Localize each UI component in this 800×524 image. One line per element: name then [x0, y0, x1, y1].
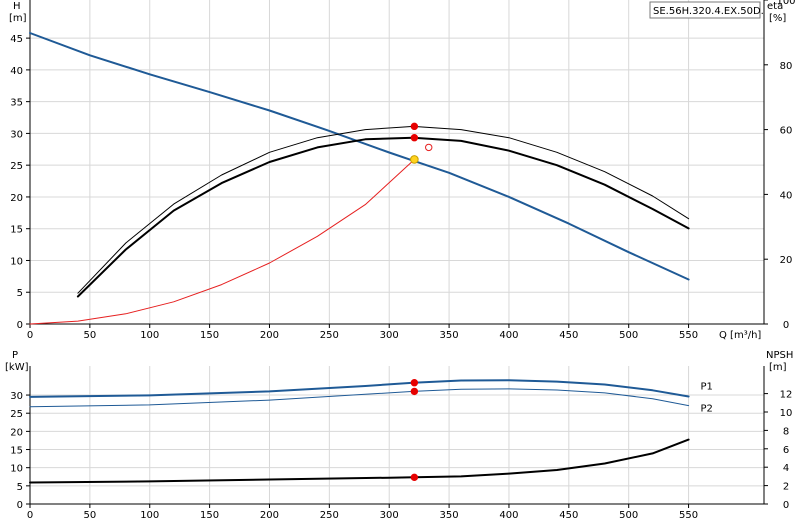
bottom-left-tick-label: 20	[10, 427, 23, 438]
top-left-tick-label: 25	[10, 161, 23, 172]
top-series-2-line	[77, 125, 690, 294]
top-right-axis-unit: [%]	[769, 13, 786, 24]
top-x-tick-label: 250	[320, 330, 339, 341]
bottom-left-tick-label: 10	[10, 464, 23, 475]
top-duty-point	[410, 134, 419, 142]
bottom-left-tick-label: 5	[17, 482, 23, 493]
bottom-x-tick-label: 300	[380, 510, 399, 520]
bottom-x-tick-label: 0	[27, 510, 33, 520]
bottom-grid	[30, 366, 764, 504]
top-right-axis-label: eta	[767, 1, 783, 12]
top-series-3-line	[29, 159, 415, 325]
top-right-tick-label: 0	[783, 320, 789, 331]
bottom-left-axis-label: P	[12, 350, 18, 361]
pump-curve-chart: 0 50 100 150 200 250 300 350 400 450 500 550 0 5 10 15 2…	[0, 0, 800, 521]
top-x-axis-label: Q [m³/h]	[719, 330, 761, 341]
bottom-left-tick-label: 25	[10, 409, 23, 420]
bottom-right-tick-label: 4	[783, 463, 789, 474]
bottom-duty-point	[410, 379, 419, 387]
bottom-right-tick-label: 0	[783, 500, 789, 511]
top-duty-point	[410, 155, 419, 164]
bottom-right-tick-label: 12	[780, 390, 793, 401]
bottom-x-tick-label: 350	[440, 510, 459, 520]
top-right-tick-label: 60	[780, 126, 793, 137]
top-x-tick-label: 350	[440, 330, 459, 341]
top-left-tick-label: 15	[10, 225, 23, 236]
bottom-series-1-line	[29, 388, 690, 408]
top-x-tick-label: 100	[140, 330, 159, 341]
bottom-x-tick-label: 550	[679, 510, 698, 520]
bottom-x-tick-label: 200	[260, 510, 279, 520]
top-series-1-line	[76, 136, 690, 298]
bottom-right-tick-label: 2	[783, 482, 789, 493]
top-left-tick-label: 5	[17, 288, 23, 299]
bottom-right-axis-label: NPSH	[766, 350, 793, 361]
bottom-ticks: 0 50 100 150 200 250 300 350 400 450 500 5500510152…	[10, 390, 793, 521]
bottom-series-label: P1	[701, 382, 713, 393]
top-left-tick-label: 20	[10, 193, 23, 204]
bottom-series-2-line	[29, 438, 690, 484]
top-x-tick-label: 550	[679, 330, 698, 341]
top-x-tick-label: 0	[27, 330, 33, 341]
top-left-tick-label: 10	[10, 256, 23, 267]
top-left-tick-label: 45	[10, 34, 23, 45]
top-left-tick-label: 0	[17, 320, 23, 331]
bottom-right-tick-label: 8	[783, 426, 789, 437]
bottom-left-tick-label: 30	[10, 391, 23, 402]
top-x-tick-label: 150	[200, 330, 219, 341]
top-duty-point	[410, 122, 419, 131]
bottom-x-tick-label: 500	[619, 510, 638, 520]
bottom-duty-point	[410, 473, 419, 482]
bottom-left-axis-unit: [kW]	[5, 362, 29, 373]
top-left-tick-label: 40	[10, 66, 23, 77]
bottom-x-tick-label: 50	[84, 510, 97, 520]
top-hollow-marker	[425, 143, 433, 152]
top-right-tick-label: 80	[780, 61, 793, 72]
bottom-right-axis-unit: [m]	[769, 362, 787, 373]
bottom-x-tick-label: 100	[140, 510, 159, 520]
bottom-left-tick-label: 0	[17, 500, 23, 511]
top-x-tick-label: 200	[260, 330, 279, 341]
bottom-left-tick-label: 15	[10, 446, 23, 457]
model-label: SE.56H.320.4.EX.50D.	[653, 6, 764, 17]
bottom-right-tick-label: 6	[783, 445, 789, 456]
top-x-tick-label: 50	[84, 330, 97, 341]
top-right-tick-label: 20	[780, 255, 793, 266]
top-x-tick-label: 450	[559, 330, 578, 341]
top-left-axis-unit: [m]	[9, 13, 27, 24]
top-left-tick-label: 30	[10, 129, 23, 140]
top-right-tick-label: 40	[780, 190, 793, 201]
top-x-tick-label: 500	[619, 330, 638, 341]
bottom-duty-point	[410, 387, 419, 396]
bottom-x-tick-label: 150	[200, 510, 219, 520]
top-x-tick-label: 300	[380, 330, 399, 341]
top-x-tick-label: 400	[499, 330, 518, 341]
bottom-series-label: P2	[701, 403, 713, 414]
pump-curve-svg: 0 50 100 150 200 250 300 350 400 450 500 5500510152…	[5, 0, 796, 521]
top-left-tick-label: 35	[10, 98, 23, 109]
bottom-right-tick-label: 10	[780, 408, 793, 419]
bottom-x-tick-label: 250	[320, 510, 339, 520]
top-grid	[30, 0, 764, 324]
bottom-x-tick-label: 400	[499, 510, 518, 520]
bottom-x-tick-label: 450	[559, 510, 578, 520]
top-left-axis-label: H	[13, 1, 21, 12]
top-series	[29, 32, 690, 325]
